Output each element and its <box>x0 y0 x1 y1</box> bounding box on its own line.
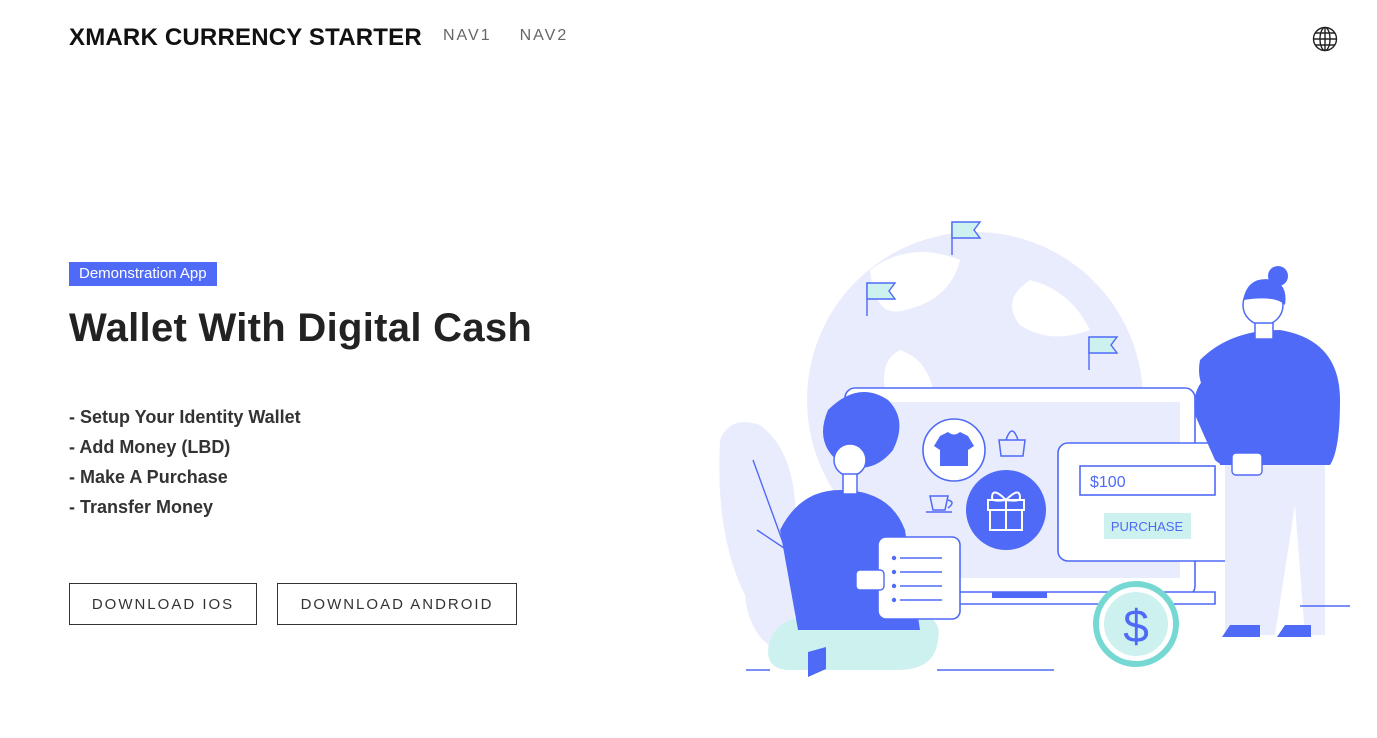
globe-icon[interactable] <box>1312 26 1338 52</box>
nav-item-1[interactable]: NAV1 <box>443 27 492 45</box>
tshirt-icon <box>922 418 986 482</box>
feature-list: - Setup Your Identity Wallet - Add Money… <box>69 402 301 522</box>
demo-badge: Demonstration App <box>69 262 217 286</box>
purchase-card: $100 PURCHASE <box>1057 442 1237 562</box>
hero-illustration: $100 PURCHASE $ <box>719 221 1350 677</box>
download-android-button[interactable]: DOWNLOAD ANDROID <box>277 583 517 625</box>
nav-item-2[interactable]: NAV2 <box>520 27 569 45</box>
download-ios-button[interactable]: DOWNLOAD IOS <box>69 583 257 625</box>
feature-item: - Setup Your Identity Wallet <box>69 407 301 427</box>
coin-symbol: $ <box>1123 600 1149 652</box>
feature-item: - Make A Purchase <box>69 467 228 487</box>
page-title: Wallet With Digital Cash <box>69 306 533 350</box>
checklist-icon <box>877 536 961 620</box>
dollar-coin-icon: $ <box>1093 581 1179 667</box>
feature-item: - Transfer Money <box>69 497 214 517</box>
feature-item: - Add Money (LBD) <box>69 437 231 457</box>
purchase-label: PURCHASE <box>1111 519 1184 534</box>
site-header: XMARK CURRENCY STARTER NAV1 NAV2 <box>0 0 1377 80</box>
main-nav: NAV1 NAV2 <box>443 27 568 45</box>
amount-text: $100 <box>1090 474 1126 491</box>
woman-standing-illustration <box>1194 266 1340 637</box>
brand-logo[interactable]: XMARK CURRENCY STARTER <box>69 24 422 52</box>
gift-icon <box>966 470 1046 550</box>
